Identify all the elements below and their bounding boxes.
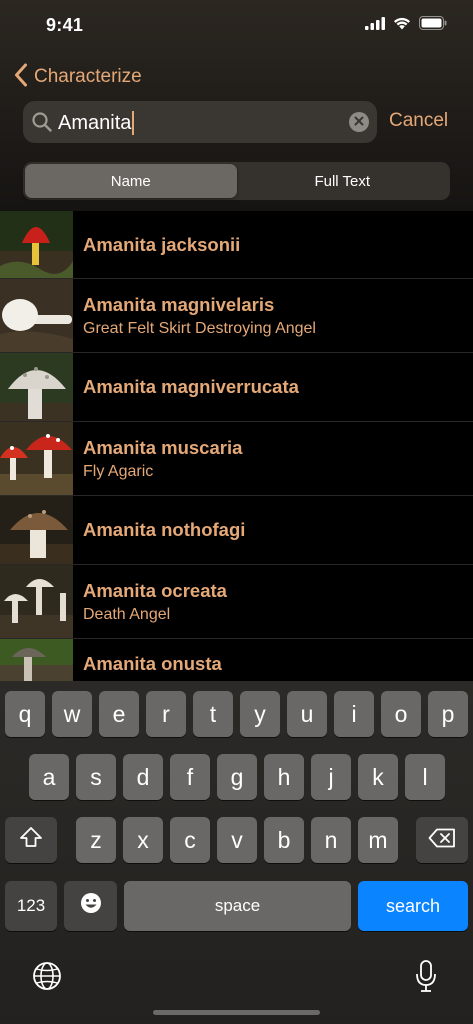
key-v[interactable]: v <box>217 817 257 863</box>
key-j[interactable]: j <box>311 754 351 800</box>
key-k[interactable]: k <box>358 754 398 800</box>
key-g[interactable]: g <box>217 754 257 800</box>
scientific-name: Amanita nothofagi <box>83 519 246 540</box>
key-o[interactable]: o <box>381 691 421 737</box>
key-d[interactable]: d <box>123 754 163 800</box>
key-c[interactable]: c <box>170 817 210 863</box>
mushroom-thumbnail <box>0 422 73 495</box>
home-indicator <box>153 1010 320 1015</box>
key-n[interactable]: n <box>311 817 351 863</box>
key-e[interactable]: e <box>99 691 139 737</box>
clear-search-button[interactable] <box>349 112 369 132</box>
key-b[interactable]: b <box>264 817 304 863</box>
back-button[interactable]: Characterize <box>14 62 142 92</box>
navigation-header: 9:41 Characterize Amanita Cancel Name Fu… <box>0 0 473 211</box>
on-screen-keyboard: q w e r t y u i o p a s d f g h j k l z … <box>0 681 473 1024</box>
common-name: Death Angel <box>83 605 171 623</box>
key-u[interactable]: u <box>287 691 327 737</box>
back-button-label: Characterize <box>34 66 142 87</box>
scientific-name: Amanita onusta <box>83 653 222 674</box>
key-l[interactable]: l <box>405 754 445 800</box>
list-item[interactable]: Amanita magniverrucata <box>0 353 473 422</box>
search-icon <box>31 111 53 138</box>
list-item[interactable]: Amanita jacksonii <box>0 211 473 279</box>
battery-icon <box>419 16 447 30</box>
chevron-left-icon <box>14 63 28 92</box>
mushroom-thumbnail <box>0 565 73 638</box>
status-icons <box>365 16 447 30</box>
results-list: Amanita jacksonii Amanita magnivelaris G… <box>0 211 473 681</box>
scientific-name: Amanita jacksonii <box>83 233 241 255</box>
key-z[interactable]: z <box>76 817 116 863</box>
scientific-name: Amanita ocreata <box>83 579 227 601</box>
mushroom-thumbnail <box>0 279 73 352</box>
mushroom-thumbnail <box>0 353 73 421</box>
scientific-name: Amanita muscaria <box>83 436 243 458</box>
segment-full-text[interactable]: Full Text <box>237 164 449 198</box>
space-key[interactable]: space <box>124 881 351 931</box>
emoji-icon <box>80 892 102 920</box>
key-w[interactable]: w <box>52 691 92 737</box>
scientific-name: Amanita magniverrucata <box>83 376 299 397</box>
search-key[interactable]: search <box>358 881 468 931</box>
search-field[interactable]: Amanita <box>23 101 377 143</box>
cancel-button[interactable]: Cancel <box>389 110 448 132</box>
shift-icon <box>19 826 43 854</box>
list-item[interactable]: Amanita magnivelaris Great Felt Skirt De… <box>0 279 473 353</box>
scientific-name: Amanita magnivelaris <box>83 293 275 315</box>
key-s[interactable]: s <box>76 754 116 800</box>
microphone-icon[interactable] <box>414 959 438 998</box>
key-h[interactable]: h <box>264 754 304 800</box>
mushroom-thumbnail <box>0 639 73 681</box>
common-name: Great Felt Skirt Destroying Angel <box>83 319 316 337</box>
search-scope-segmented-control: Name Full Text <box>23 162 450 200</box>
list-item[interactable]: Amanita muscaria Fly Agaric <box>0 422 473 496</box>
mushroom-thumbnail <box>0 211 73 278</box>
key-m[interactable]: m <box>358 817 398 863</box>
key-a[interactable]: a <box>29 754 69 800</box>
numbers-key[interactable]: 123 <box>5 881 57 931</box>
list-item[interactable]: Amanita nothofagi <box>0 496 473 565</box>
shift-key[interactable] <box>5 817 57 863</box>
delete-key[interactable] <box>416 817 468 863</box>
common-name: Fly Agaric <box>83 462 154 480</box>
text-caret <box>132 111 135 135</box>
key-q[interactable]: q <box>5 691 45 737</box>
mushroom-thumbnail <box>0 496 73 564</box>
segment-name[interactable]: Name <box>25 164 237 198</box>
key-y[interactable]: y <box>240 691 280 737</box>
key-x[interactable]: x <box>123 817 163 863</box>
key-r[interactable]: r <box>146 691 186 737</box>
close-icon <box>354 113 364 131</box>
status-bar: 9:41 <box>0 0 473 50</box>
emoji-key[interactable] <box>64 881 117 931</box>
status-time: 9:41 <box>46 15 84 35</box>
key-p[interactable]: p <box>428 691 468 737</box>
key-t[interactable]: t <box>193 691 233 737</box>
key-f[interactable]: f <box>170 754 210 800</box>
key-i[interactable]: i <box>334 691 374 737</box>
search-input[interactable]: Amanita <box>58 111 135 135</box>
list-item[interactable]: Amanita ocreata Death Angel <box>0 565 473 639</box>
wifi-icon <box>393 17 411 30</box>
backspace-icon <box>428 827 456 854</box>
search-input-value: Amanita <box>58 111 132 134</box>
cellular-signal-icon <box>365 16 385 30</box>
list-item[interactable]: Amanita onusta <box>0 639 473 681</box>
globe-icon[interactable] <box>32 961 62 996</box>
